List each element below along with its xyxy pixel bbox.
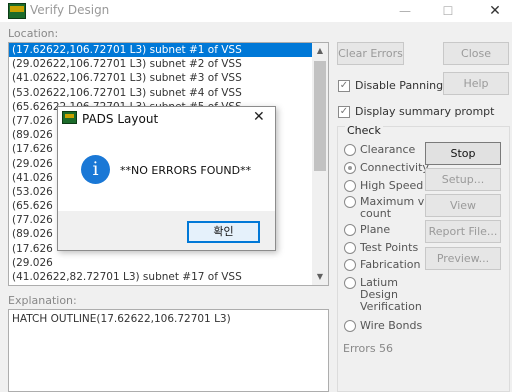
radio-icon — [344, 259, 356, 271]
radio-label: Latium Design Verification — [360, 276, 422, 313]
close-icon[interactable]: ✕ — [253, 109, 265, 125]
disable-panning-label: Disable Panning — [355, 79, 444, 92]
radio-icon — [344, 242, 356, 254]
list-item[interactable]: (41.02622,82.72701 L3) subnet #17 of VSS — [9, 270, 313, 284]
list-item[interactable]: (53.02622,82.72701 L3) subnet #18 of VSS — [9, 284, 313, 285]
radio-label: Connectivity — [360, 161, 429, 174]
radio-label: Maximum via count — [360, 195, 435, 220]
stop-button[interactable]: Stop — [425, 142, 501, 165]
scroll-down-icon[interactable]: ▼ — [312, 269, 328, 285]
check-radio-plane[interactable]: Plane — [344, 224, 390, 236]
checkbox-icon: ✓ — [338, 79, 350, 92]
pads-app-icon — [62, 111, 77, 124]
dialog-message: **NO ERRORS FOUND** — [120, 164, 252, 177]
explanation-label: Explanation: — [8, 294, 77, 307]
window-title: Verify Design — [30, 3, 110, 17]
disable-panning-checkbox[interactable]: ✓ Disable Panning — [338, 79, 443, 92]
list-item[interactable]: (17.62622,106.72701 L3) subnet #1 of VSS — [9, 43, 313, 58]
minimize-icon[interactable]: — — [391, 2, 419, 20]
radio-label: Fabrication — [360, 258, 421, 271]
check-radio-test-points[interactable]: Test Points — [344, 242, 418, 254]
radio-label: High Speed — [360, 179, 424, 192]
title-bar: Verify Design — ☐ ✕ — [0, 0, 512, 22]
message-dialog: PADS Layout ✕ i **NO ERRORS FOUND** 확인 — [57, 106, 276, 251]
radio-icon — [344, 144, 356, 156]
location-scrollbar[interactable]: ▲ ▼ — [312, 43, 328, 285]
radio-icon — [344, 320, 356, 332]
check-radio-connectivity[interactable]: Connectivity — [344, 162, 429, 174]
radio-icon — [344, 162, 356, 174]
dialog-title: PADS Layout — [82, 112, 159, 126]
dialog-footer: 확인 — [58, 211, 275, 250]
check-radio-latium-design-verification[interactable]: Latium Design Verification — [344, 277, 422, 313]
radio-icon — [344, 196, 356, 208]
check-group-title: Check — [345, 124, 383, 137]
close-button[interactable]: Close — [443, 42, 509, 65]
explanation-text: HATCH OUTLINE(17.62622,106.72701 L3) — [12, 313, 231, 325]
check-radio-clearance[interactable]: Clearance — [344, 144, 415, 156]
display-summary-checkbox[interactable]: ✓ Display summary prompt — [338, 105, 494, 118]
radio-icon — [344, 180, 356, 192]
close-icon[interactable]: ✕ — [481, 2, 509, 20]
radio-label: Plane — [360, 223, 391, 236]
list-item[interactable]: (41.02622,106.72701 L3) subnet #3 of VSS — [9, 71, 313, 85]
ok-button[interactable]: 확인 — [187, 221, 260, 243]
checkbox-icon: ✓ — [338, 105, 350, 118]
view-report-button[interactable]: View Report... — [425, 194, 501, 233]
check-radio-maximum-via-count[interactable]: Maximum via count — [344, 196, 434, 220]
scroll-up-icon[interactable]: ▲ — [312, 43, 328, 59]
pads-app-icon — [8, 3, 26, 19]
setup-button[interactable]: Setup... — [425, 168, 501, 191]
report-file-button[interactable]: Report File... — [425, 220, 501, 243]
info-icon: i — [81, 155, 110, 184]
check-radio-fabrication[interactable]: Fabrication — [344, 259, 420, 271]
maximize-icon[interactable]: ☐ — [434, 2, 462, 20]
clear-errors-button[interactable]: Clear Errors — [337, 42, 404, 65]
display-summary-label: Display summary prompt — [355, 105, 495, 118]
radio-label: Wire Bonds — [360, 319, 423, 332]
radio-label: Test Points — [360, 241, 419, 254]
preview-button[interactable]: Preview... — [425, 247, 501, 270]
radio-icon — [344, 277, 356, 289]
check-radio-wire-bonds[interactable]: Wire Bonds — [344, 320, 422, 332]
errors-count: Errors 56 — [343, 342, 394, 355]
list-item[interactable]: (29.02622,106.72701 L3) subnet #2 of VSS — [9, 57, 313, 71]
list-item[interactable]: (29.026 — [9, 256, 313, 270]
radio-icon — [344, 224, 356, 236]
scroll-thumb[interactable] — [314, 61, 326, 171]
check-radio-high-speed[interactable]: High Speed — [344, 180, 423, 192]
list-item[interactable]: (53.02622,106.72701 L3) subnet #4 of VSS — [9, 86, 313, 100]
explanation-box[interactable]: HATCH OUTLINE(17.62622,106.72701 L3) — [8, 309, 329, 392]
help-button[interactable]: Help — [443, 72, 509, 95]
location-label: Location: — [8, 27, 59, 40]
radio-label: Clearance — [360, 143, 416, 156]
